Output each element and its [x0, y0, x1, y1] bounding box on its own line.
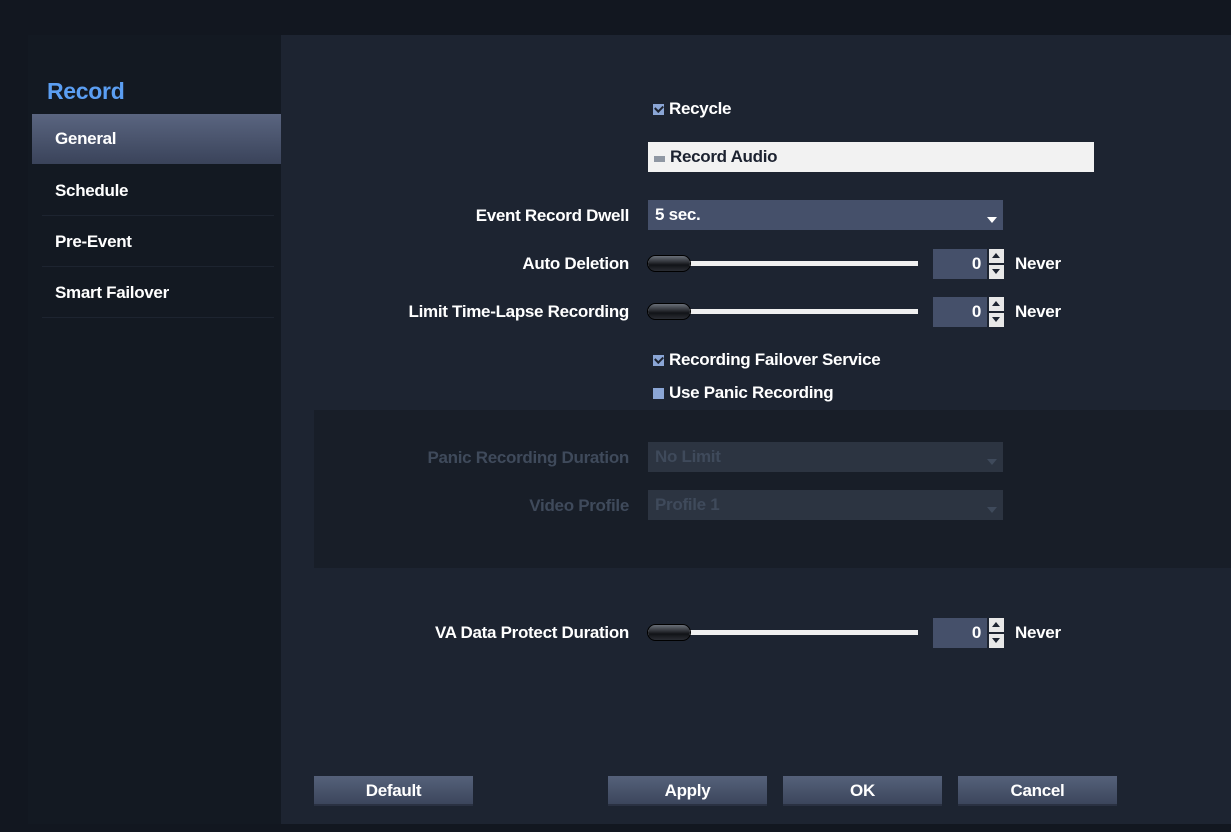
limit-time-lapse-slider[interactable] [648, 301, 918, 321]
ok-button[interactable]: OK [783, 776, 942, 806]
va-data-protect-unit: Never [1015, 623, 1061, 642]
dropdown-arrow-icon [987, 459, 997, 465]
record-audio-checkbox[interactable]: Record Audio [648, 142, 1094, 172]
video-profile-select: Profile 1 [648, 490, 1003, 520]
recycle-label: Recycle [669, 99, 732, 118]
auto-deletion-label: Auto Deletion [522, 254, 629, 273]
auto-deletion-slider[interactable] [648, 253, 918, 273]
default-button[interactable]: Default [314, 776, 473, 806]
checkbox-checked-icon [653, 354, 664, 366]
use-panic-checkbox[interactable]: Use Panic Recording [653, 382, 834, 404]
slider-thumb[interactable] [648, 256, 690, 271]
limit-time-lapse-label: Limit Time-Lapse Recording [408, 302, 630, 321]
sidebar-item-smart-failover[interactable]: Smart Failover [42, 268, 274, 318]
recording-failover-checkbox[interactable]: Recording Failover Service [653, 349, 881, 371]
panic-settings-panel [314, 410, 1231, 568]
spin-down-icon[interactable] [989, 634, 1004, 648]
spin-up-icon[interactable] [989, 618, 1004, 632]
video-profile-value: Profile 1 [655, 495, 720, 514]
slider-thumb[interactable] [648, 625, 690, 640]
panic-duration-select: No Limit [648, 442, 1003, 472]
checkbox-checked-icon [653, 103, 664, 115]
spin-up-icon[interactable] [989, 249, 1004, 263]
checkbox-unchecked-icon [654, 156, 665, 162]
panic-duration-label: Panic Recording Duration [427, 448, 629, 467]
event-record-dwell-label: Event Record Dwell [475, 206, 630, 225]
sidebar-item-pre-event[interactable]: Pre-Event [42, 217, 274, 267]
checkbox-unchecked-icon [653, 387, 664, 399]
video-profile-label: Video Profile [529, 496, 629, 515]
auto-deletion-spinner[interactable] [989, 249, 1004, 279]
dropdown-arrow-icon [987, 507, 997, 513]
va-data-protect-slider[interactable] [648, 622, 918, 642]
sidebar-item-general[interactable]: General [32, 114, 281, 164]
slider-thumb[interactable] [648, 304, 690, 319]
sidebar-title: Record [47, 78, 125, 104]
use-panic-label: Use Panic Recording [669, 383, 834, 402]
apply-button[interactable]: Apply [608, 776, 767, 806]
dropdown-arrow-icon [987, 217, 997, 223]
limit-time-lapse-spinner[interactable] [989, 297, 1004, 327]
event-record-dwell-select[interactable]: 5 sec. [648, 200, 1003, 230]
va-data-protect-value[interactable]: 0 [933, 618, 987, 648]
recycle-checkbox[interactable]: Recycle [653, 98, 731, 120]
record-audio-label: Record Audio [670, 147, 778, 166]
limit-time-lapse-unit: Never [1015, 302, 1061, 321]
va-data-protect-label: VA Data Protect Duration [435, 623, 629, 642]
limit-time-lapse-value[interactable]: 0 [933, 297, 987, 327]
va-data-protect-spinner[interactable] [989, 618, 1004, 648]
spin-down-icon[interactable] [989, 313, 1004, 327]
sidebar-item-schedule[interactable]: Schedule [42, 166, 274, 216]
cancel-button[interactable]: Cancel [958, 776, 1117, 806]
auto-deletion-unit: Never [1015, 254, 1061, 273]
spin-up-icon[interactable] [989, 297, 1004, 311]
recording-failover-label: Recording Failover Service [669, 350, 881, 369]
auto-deletion-value[interactable]: 0 [933, 249, 987, 279]
spin-down-icon[interactable] [989, 265, 1004, 279]
event-record-dwell-value: 5 sec. [655, 205, 701, 224]
panic-duration-value: No Limit [655, 447, 721, 466]
